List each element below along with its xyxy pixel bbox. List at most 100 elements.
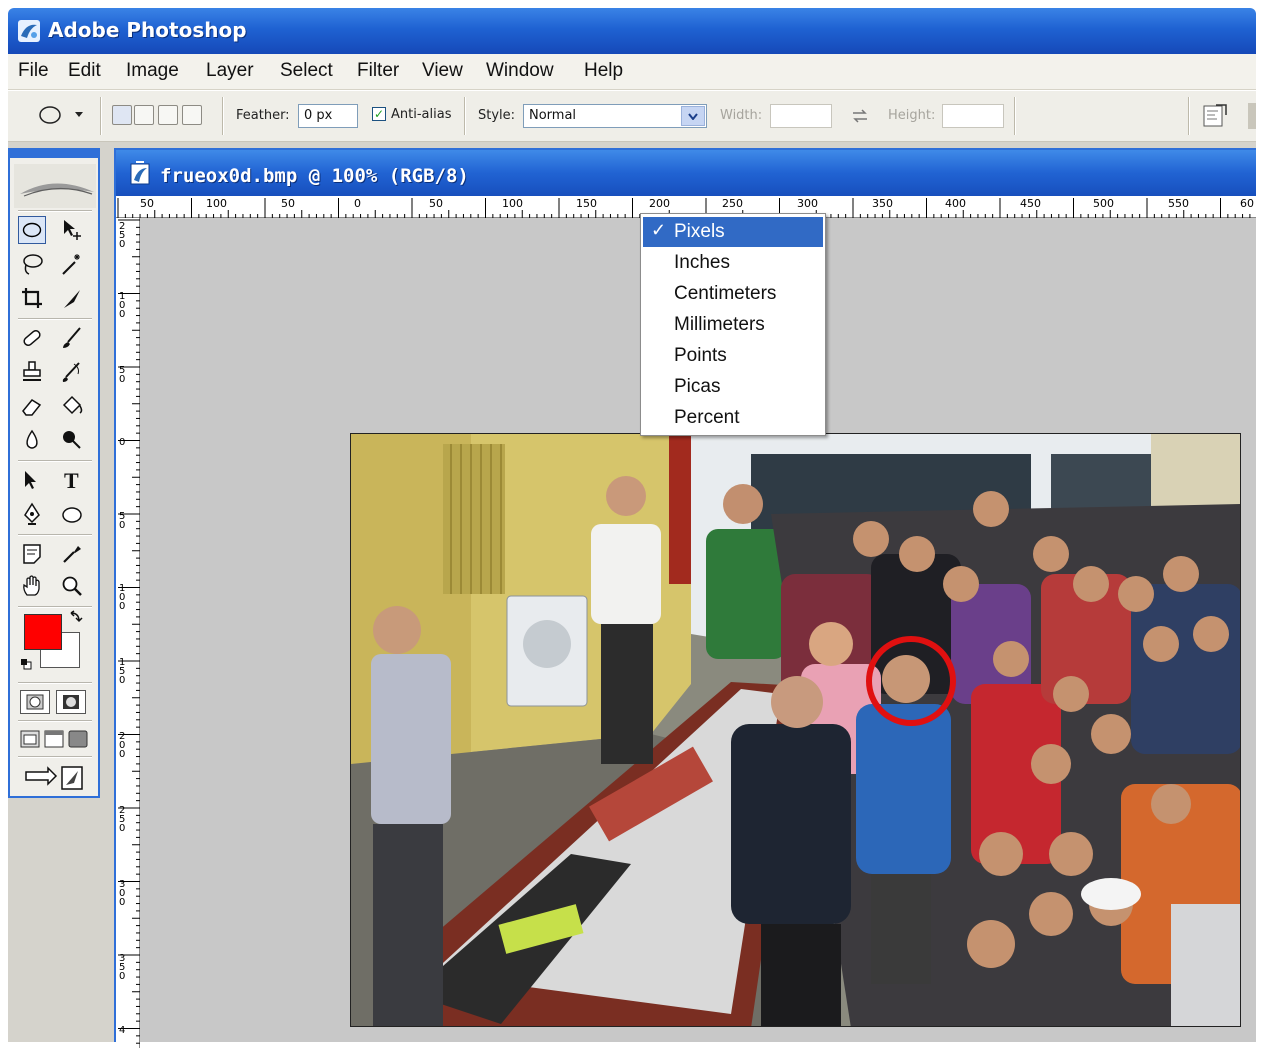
history-brush-icon[interactable] — [58, 358, 86, 386]
separator — [222, 97, 224, 135]
menu-filter[interactable]: Filter — [357, 60, 399, 82]
unit-option-inches[interactable]: Inches — [643, 248, 823, 278]
jump-to-imageready-icon[interactable] — [24, 764, 86, 792]
ruler-label: 500 — [1093, 197, 1114, 210]
unit-option-centimeters[interactable]: Centimeters — [643, 279, 823, 309]
unit-option-millimeters[interactable]: Millimeters — [643, 310, 823, 340]
separator — [18, 534, 92, 536]
ruler-label: 0 — [119, 437, 126, 448]
ruler-label: 50 — [281, 197, 295, 210]
ruler-label: 250 — [119, 221, 126, 250]
app-title: Adobe Photoshop — [48, 18, 247, 42]
standard-mode-button[interactable] — [20, 690, 50, 714]
menu-bar: File Edit Image Layer Select Filter View… — [8, 54, 1256, 90]
menu-image[interactable]: Image — [126, 60, 179, 82]
add-to-selection-button[interactable] — [134, 105, 154, 125]
chevron-down-icon — [688, 112, 698, 120]
ruler-label: 250 — [119, 805, 126, 834]
canvas-photo[interactable] — [350, 433, 1241, 1027]
height-input[interactable] — [942, 104, 1004, 128]
chevron-down-icon[interactable] — [74, 111, 84, 119]
options-bar-edge — [1248, 103, 1256, 129]
notes-icon[interactable] — [18, 540, 46, 568]
pen-icon[interactable] — [18, 500, 46, 528]
magic-wand-icon[interactable] — [58, 250, 86, 278]
separator — [18, 460, 92, 462]
document-icon — [130, 161, 150, 185]
foreground-color-swatch[interactable] — [24, 614, 62, 650]
feather-logo-icon — [14, 164, 96, 208]
checkmark-icon: ✓ — [651, 220, 667, 240]
crowd-photo-image — [351, 434, 1240, 1026]
document-title: frueox0d.bmp @ 100% (RGB/8) — [160, 165, 469, 187]
intersect-selection-button[interactable] — [182, 105, 202, 125]
eraser-icon[interactable] — [18, 392, 46, 420]
separator — [100, 97, 102, 135]
lasso-icon[interactable] — [18, 250, 46, 278]
new-selection-button[interactable] — [112, 105, 132, 125]
separator — [18, 606, 92, 608]
menu-file[interactable]: File — [18, 60, 49, 82]
feather-input[interactable]: 0 px — [298, 104, 358, 128]
crop-icon[interactable] — [18, 284, 46, 312]
menu-layer[interactable]: Layer — [206, 60, 254, 82]
separator — [18, 318, 92, 320]
palette-well-icon[interactable] — [1202, 103, 1228, 129]
ruler-label: 450 — [1020, 197, 1041, 210]
document-titlebar[interactable]: frueox0d.bmp @ 100% (RGB/8) — [116, 150, 1256, 196]
antialias-checkbox[interactable]: ✓ — [372, 107, 386, 121]
menu-help[interactable]: Help — [584, 60, 623, 82]
unit-option-points[interactable]: Points — [643, 341, 823, 371]
shape-icon[interactable] — [58, 500, 86, 528]
slice-icon[interactable] — [58, 284, 86, 312]
ruler-label: 150 — [576, 197, 597, 210]
antialias-label: Anti-alias — [391, 107, 452, 122]
separator — [18, 210, 92, 212]
unit-option-picas[interactable]: Picas — [643, 372, 823, 402]
ruler-label: 50 — [119, 511, 126, 531]
screen-mode-full-icon[interactable] — [68, 730, 88, 748]
bucket-icon[interactable] — [58, 392, 86, 420]
quick-mask-button[interactable] — [56, 690, 86, 714]
menu-view[interactable]: View — [422, 60, 463, 82]
ruler-label: 100 — [119, 583, 126, 612]
swap-width-height-icon[interactable] — [851, 109, 869, 123]
ruler-label: 300 — [797, 197, 818, 210]
ruler-vertical[interactable]: 250 100 50 0 50 100 150 200 250 300 350 … — [116, 218, 140, 1048]
stamp-icon[interactable] — [18, 358, 46, 386]
menu-edit[interactable]: Edit — [68, 60, 101, 82]
type-icon[interactable]: T — [58, 466, 86, 494]
dodge-icon[interactable] — [58, 426, 86, 454]
ruler-label: 0 — [354, 197, 361, 210]
unit-option-percent[interactable]: Percent — [643, 403, 823, 433]
menu-select[interactable]: Select — [280, 60, 333, 82]
ruler-label: 50 — [119, 365, 126, 385]
ruler-label: 50 — [429, 197, 443, 210]
menu-window[interactable]: Window — [486, 60, 554, 82]
screen-mode-menubar-icon[interactable] — [44, 730, 64, 748]
height-label: Height: — [888, 108, 936, 123]
style-select[interactable]: Normal — [523, 104, 707, 128]
ruler-units-menu: ✓ Pixels Inches Centimeters Millimeters … — [640, 213, 826, 436]
subtract-selection-button[interactable] — [158, 105, 178, 125]
style-dropdown-button[interactable] — [681, 106, 705, 126]
default-colors-icon[interactable] — [20, 658, 32, 670]
screen-mode-standard-icon[interactable] — [20, 730, 40, 748]
marquee-icon[interactable] — [18, 216, 46, 244]
ruler-vertical-ticks — [118, 219, 140, 1044]
width-input[interactable] — [770, 104, 832, 128]
separator — [1014, 97, 1016, 135]
ellipse-marquee-preset-icon[interactable] — [38, 105, 62, 125]
zoom-icon[interactable] — [58, 572, 86, 600]
brush-icon[interactable] — [58, 324, 86, 352]
hand-icon[interactable] — [18, 572, 46, 600]
options-bar: Feather: 0 px ✓ Anti-alias Style: Normal… — [8, 91, 1256, 142]
unit-option-pixels[interactable]: ✓ Pixels — [643, 217, 823, 247]
path-select-icon[interactable] — [18, 466, 46, 494]
healing-icon[interactable] — [18, 324, 46, 352]
blur-icon[interactable] — [18, 426, 46, 454]
eyedropper-icon[interactable] — [58, 540, 86, 568]
move-icon[interactable] — [58, 216, 86, 244]
swap-colors-icon[interactable] — [68, 610, 84, 624]
quick-mask-icon — [63, 695, 79, 709]
